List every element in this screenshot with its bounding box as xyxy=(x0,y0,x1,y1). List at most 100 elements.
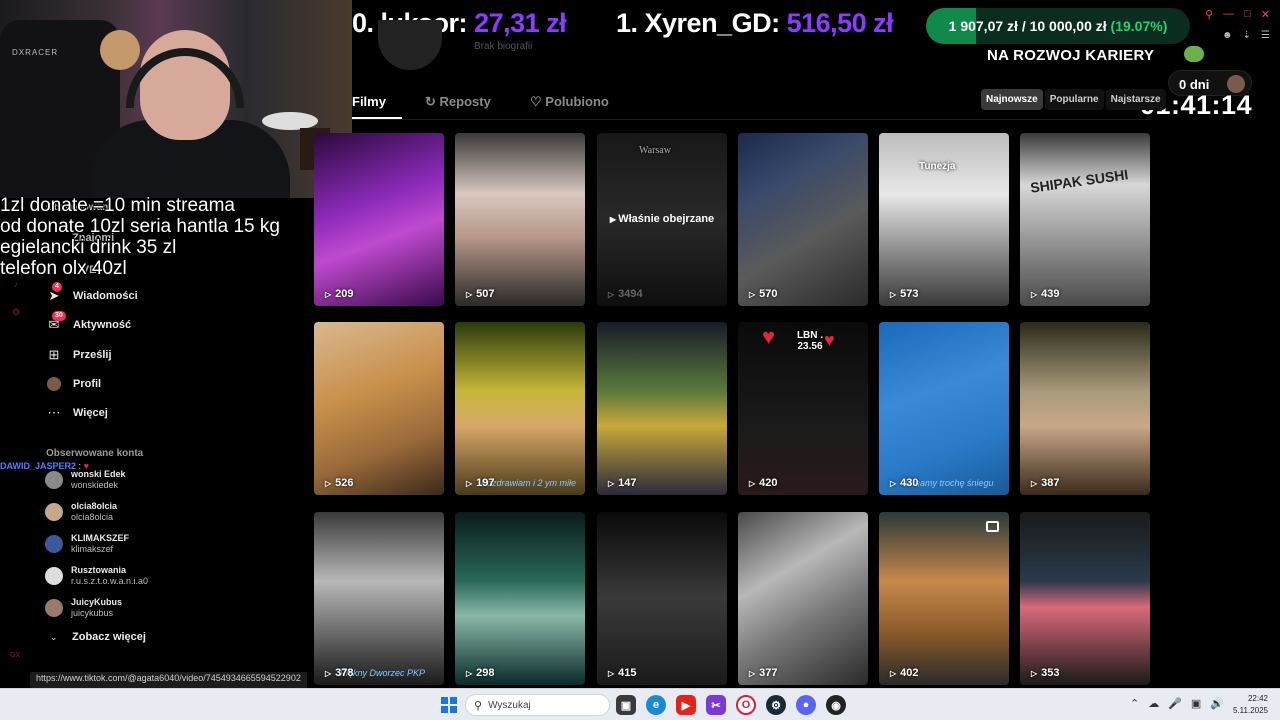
video-card[interactable]: ▷ 377 xyxy=(738,512,868,685)
frog-emote-icon xyxy=(1184,46,1204,62)
list-item[interactable]: KLIMAKSZEF klimakszef xyxy=(45,531,129,557)
sort-oldest[interactable]: Najstarsze xyxy=(1105,89,1166,110)
snipping-tool-icon[interactable]: ✂ xyxy=(706,695,726,715)
video-card[interactable]: ▷ 402 xyxy=(879,512,1009,685)
video-thumbnail xyxy=(455,512,585,685)
list-item[interactable]: wonski Edek wonskiedek xyxy=(45,467,126,493)
download-icon[interactable]: ⇣ xyxy=(1243,30,1251,41)
maximize-icon[interactable]: □ xyxy=(1244,8,1251,21)
goal-target: 10 000,00 zł xyxy=(1029,18,1107,34)
steam-icon[interactable]: ⚙ xyxy=(766,695,786,715)
sidebar-item-activity[interactable]: ✉ 30 Aktywność xyxy=(46,311,132,335)
account-name: wonski Edek xyxy=(71,469,126,479)
video-card[interactable]: ▷ 298 xyxy=(455,512,585,685)
play-icon: ▷ xyxy=(466,669,473,678)
list-item[interactable]: olcia8olcia olcia8olcia xyxy=(45,499,117,525)
view-count: ▷ 402 xyxy=(890,667,919,679)
repost-icon: ↻ xyxy=(425,94,436,109)
view-count-number: 377 xyxy=(759,667,778,679)
video-card[interactable]: ▷ 507 xyxy=(455,133,585,306)
taskbar-search[interactable]: ⚲ Wyszukaj xyxy=(465,694,610,716)
sidebar-item-more[interactable]: ⋯ Więcej xyxy=(46,403,108,423)
list-item[interactable]: JuicyKubus juicykubus xyxy=(45,595,122,621)
sort-popular[interactable]: Popularne xyxy=(1044,89,1104,110)
goal-current: 1 907,07 zł xyxy=(948,18,1018,34)
sidebar-item-upload[interactable]: ⊞ Prześlij xyxy=(46,345,112,365)
obs-icon[interactable]: ◉ xyxy=(826,695,846,715)
chevron-up-icon[interactable]: ⌃ xyxy=(1130,697,1139,710)
browser-tools: ☻ ⇣ ☰ xyxy=(1222,30,1270,41)
avatar xyxy=(45,535,63,553)
settings-icon[interactable]: ⚙ xyxy=(9,298,23,326)
view-count-number: 573 xyxy=(900,288,919,300)
sidebar-item-messages[interactable]: ➤ 4 Wiadomości xyxy=(46,282,138,306)
video-card[interactable]: ▷ 147 xyxy=(597,322,727,495)
video-thumbnail xyxy=(314,512,444,685)
rule-line: egielancki drink 35 zl xyxy=(0,237,177,258)
tab-likes[interactable]: ♡ Polubiono xyxy=(530,94,609,110)
upload-icon: ⊞ xyxy=(48,347,60,362)
followed-accounts-heading: Obserwowane konta xyxy=(46,448,144,459)
tab-likes-label: Polubiono xyxy=(545,94,609,109)
tab-reposts[interactable]: ↻ Reposty xyxy=(425,94,491,110)
view-count: ▷ 298 xyxy=(466,667,495,679)
tiktok-icon[interactable]: ♪ xyxy=(9,270,23,298)
sidebar-item-label: Profil xyxy=(73,378,102,390)
task-view-icon[interactable]: ▣ xyxy=(616,695,636,715)
donation-rules-overlay: 1zl donate =10 min streama od donate 10z… xyxy=(0,195,300,279)
video-card[interactable]: SHIPAK SUSHI ▷ 439 xyxy=(1020,133,1150,306)
play-icon: ▷ xyxy=(608,479,615,488)
minimize-icon[interactable]: — xyxy=(1223,8,1234,21)
windows-start-icon[interactable] xyxy=(441,697,457,713)
profile-avatar[interactable] xyxy=(378,20,442,70)
profile-avatar-small xyxy=(47,377,61,391)
video-thumbnail xyxy=(455,322,585,495)
sidebar-item-profile[interactable]: Profil xyxy=(46,374,101,394)
video-card[interactable]: ▷ 209 xyxy=(314,133,444,306)
search-icon: ⚲ xyxy=(474,699,483,712)
view-count: ▷ 197 xyxy=(466,477,495,489)
video-card[interactable]: ▷ 526 xyxy=(314,322,444,495)
video-card[interactable]: LBN . 23.56 ♥ ♥ ▷ 420 xyxy=(738,322,868,495)
display-icon[interactable]: ▣ xyxy=(1191,697,1201,710)
view-count: ▷ 147 xyxy=(608,477,637,489)
video-card[interactable]: Tunezja ▷ 573 xyxy=(879,133,1009,306)
volume-icon[interactable]: 🔊 xyxy=(1210,697,1224,710)
avatar xyxy=(45,599,63,617)
system-clock[interactable]: 22:42 5.11.2025 xyxy=(1228,693,1268,717)
play-icon: ▷ xyxy=(466,479,473,488)
view-count-number: 439 xyxy=(1041,288,1060,300)
video-card[interactable]: Pozdrawiam i 2 ym miłe ▷ 197 xyxy=(455,322,585,495)
cloud-icon[interactable]: ☁ xyxy=(1148,697,1159,710)
search-icon[interactable]: ⚲ xyxy=(1205,8,1213,21)
microphone-icon[interactable]: 🎤 xyxy=(1168,697,1182,710)
close-icon[interactable]: ✕ xyxy=(1261,8,1270,21)
see-more-button[interactable]: ⌄ Zobacz więcej xyxy=(50,631,146,643)
video-card[interactable]: u mamy trochę śniegu ▷ 430 xyxy=(879,322,1009,495)
view-count-number: 209 xyxy=(335,288,354,300)
video-card[interactable]: Piękny Dworzec PKP ▷ 378 xyxy=(314,512,444,685)
list-item[interactable]: Rusztowania r.u.s.z.t.o.w.a.n.i.a0 xyxy=(45,563,148,589)
video-card[interactable]: ▷ 570 xyxy=(738,133,868,306)
play-icon: ▷ xyxy=(749,479,756,488)
chair-logo: DXRACER xyxy=(12,48,59,57)
video-card[interactable]: Warsaw ▶ Właśnie obejrzane ▷ 3494 xyxy=(597,133,727,306)
discord-icon[interactable]: ● xyxy=(796,695,816,715)
edge-icon[interactable]: e xyxy=(646,695,666,715)
video-card[interactable]: ▷ 415 xyxy=(597,512,727,685)
donor-1-name: 1. Xyren_GD: xyxy=(616,8,780,38)
menu-icon[interactable]: ☰ xyxy=(1261,30,1270,41)
sort-newest[interactable]: Najnowsze xyxy=(981,89,1043,110)
sidebar-item-label: Aktywność xyxy=(73,319,132,331)
play-icon: ▷ xyxy=(325,669,332,678)
rule-line: telefon olx 40zl xyxy=(0,258,127,279)
play-icon: ▷ xyxy=(890,290,897,299)
opera-gx-icon[interactable]: O xyxy=(736,695,756,715)
tab-films[interactable]: Filmy xyxy=(352,94,386,109)
inbox-icon: ✉ 30 xyxy=(46,311,66,333)
video-card[interactable]: ▷ 353 xyxy=(1020,512,1150,685)
video-card[interactable]: ▷ 387 xyxy=(1020,322,1150,495)
account-icon[interactable]: ☻ xyxy=(1222,30,1233,41)
view-count: ▷ 573 xyxy=(890,288,919,300)
youtube-icon[interactable]: ▶ xyxy=(676,695,696,715)
